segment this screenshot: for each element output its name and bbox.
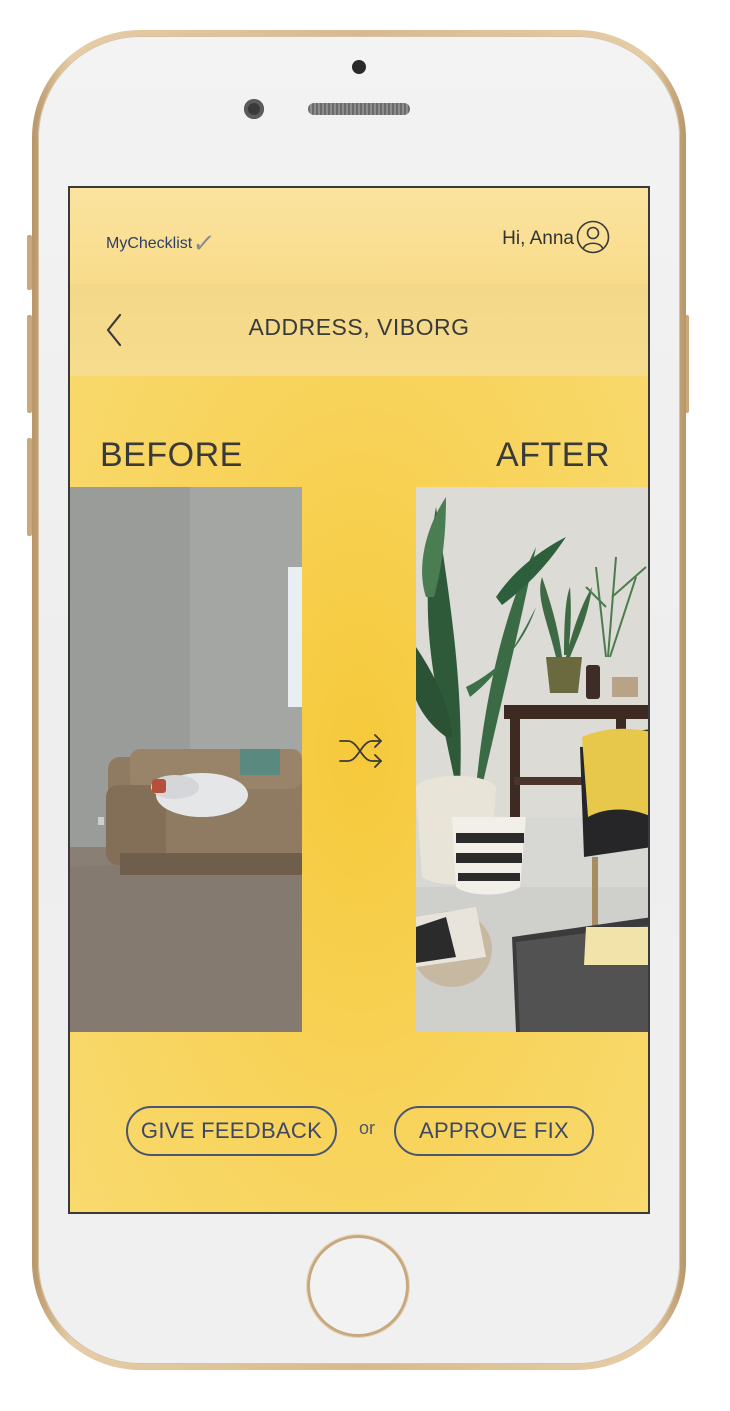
user-greeting: Hi, Anna xyxy=(502,228,574,249)
app-screen: MyChecklist✓ Hi, Anna ADDRESS, VIBORG BE… xyxy=(68,186,650,1214)
give-feedback-button[interactable]: GIVE FEEDBACK xyxy=(126,1106,337,1156)
nav-bar: ADDRESS, VIBORG xyxy=(70,284,648,376)
approve-fix-button[interactable]: APPROVE FIX xyxy=(394,1106,594,1156)
user-circle-icon[interactable] xyxy=(576,220,610,254)
earpiece-speaker xyxy=(308,103,410,115)
before-photo[interactable] xyxy=(70,487,302,1032)
page-title: ADDRESS, VIBORG xyxy=(248,314,470,340)
home-button[interactable] xyxy=(307,1235,409,1337)
or-separator: or xyxy=(359,1118,376,1138)
proximity-sensor xyxy=(352,60,366,74)
after-photo[interactable] xyxy=(416,487,650,1032)
after-label: AFTER xyxy=(496,436,610,474)
app-header: MyChecklist✓ Hi, Anna xyxy=(70,188,648,284)
app-logo: MyChecklist✓ xyxy=(106,228,218,259)
shuffle-icon[interactable] xyxy=(338,730,384,772)
logo-text: MyChecklist xyxy=(106,235,193,252)
front-camera xyxy=(244,99,264,119)
checkmark-icon: ✓ xyxy=(191,228,218,258)
before-label: BEFORE xyxy=(100,436,243,474)
